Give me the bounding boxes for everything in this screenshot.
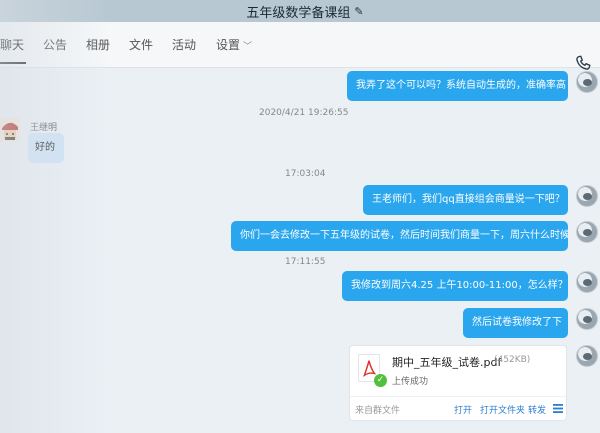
message-bubble-self[interactable]: 我弄了这个可以吗？系统自动生成的，准确率高 [347,71,568,101]
tab-settings-label: 设置 [216,38,241,52]
timestamp: 17:11:55 [285,257,326,267]
message-bubble-self[interactable]: 你们一会去修改一下五年级的试卷，然后时间我们商量一下，周六什么时候？ [231,221,568,251]
avatar[interactable] [576,345,598,367]
avatar[interactable] [0,118,20,142]
timestamp: 2020/4/21 19:26:55 [259,108,349,118]
forward-link[interactable]: 转发 [528,403,546,416]
tab-chat[interactable]: 聊天 [0,36,24,53]
chevron-down-icon: ﹀ [243,42,253,52]
avatar[interactable] [576,71,598,93]
file-source: 来自群文件 [355,406,401,416]
tab-settings[interactable]: 设置 ﹀ [216,36,252,53]
message-bubble-self[interactable]: 我修改到周六4.25 上午10:00-11:00，怎么样？ [342,271,568,301]
edit-icon[interactable]: ✎ [354,5,363,18]
message-bubble-self[interactable]: 王老师们，我们qq直接组会商量说一下吧？ [363,185,568,215]
timestamp: 17:03:04 [285,169,326,179]
tab-announcement[interactable]: 公告 [43,36,67,53]
sender-name: 王继明 [30,123,58,133]
avatar[interactable] [576,221,598,243]
file-size: (452KB) [494,355,531,365]
menu-icon[interactable] [553,404,563,413]
open-folder-link[interactable]: 打开文件夹 [480,403,525,416]
avatar[interactable] [576,271,598,293]
message-bubble-other[interactable]: 好的 [28,133,64,163]
file-card[interactable]: ✓ 期中_五年级_试卷.pdf (452KB) 上传成功 来自群文件 打开 打开… [349,345,567,421]
file-name: 期中_五年级_试卷.pdf [392,356,502,369]
avatar[interactable] [576,308,598,330]
avatar[interactable] [576,185,598,207]
phone-icon[interactable] [574,54,592,72]
open-file-link[interactable]: 打开 [454,403,472,416]
title-bar: 五年级数学备课组 ✎ [0,0,600,22]
tab-files[interactable]: 文件 [129,36,153,53]
active-tab-indicator [0,62,26,64]
group-title: 五年级数学备课组 [246,5,351,21]
divider [350,396,566,397]
check-icon: ✓ [374,374,387,387]
tab-album[interactable]: 相册 [86,36,110,53]
tab-bar: 聊天 公告 相册 文件 活动 设置 ﹀ [0,22,600,70]
upload-status: 上传成功 [392,377,429,387]
tab-activity[interactable]: 活动 [172,36,196,53]
message-bubble-self[interactable]: 然后试卷我修改了下 [463,308,568,338]
